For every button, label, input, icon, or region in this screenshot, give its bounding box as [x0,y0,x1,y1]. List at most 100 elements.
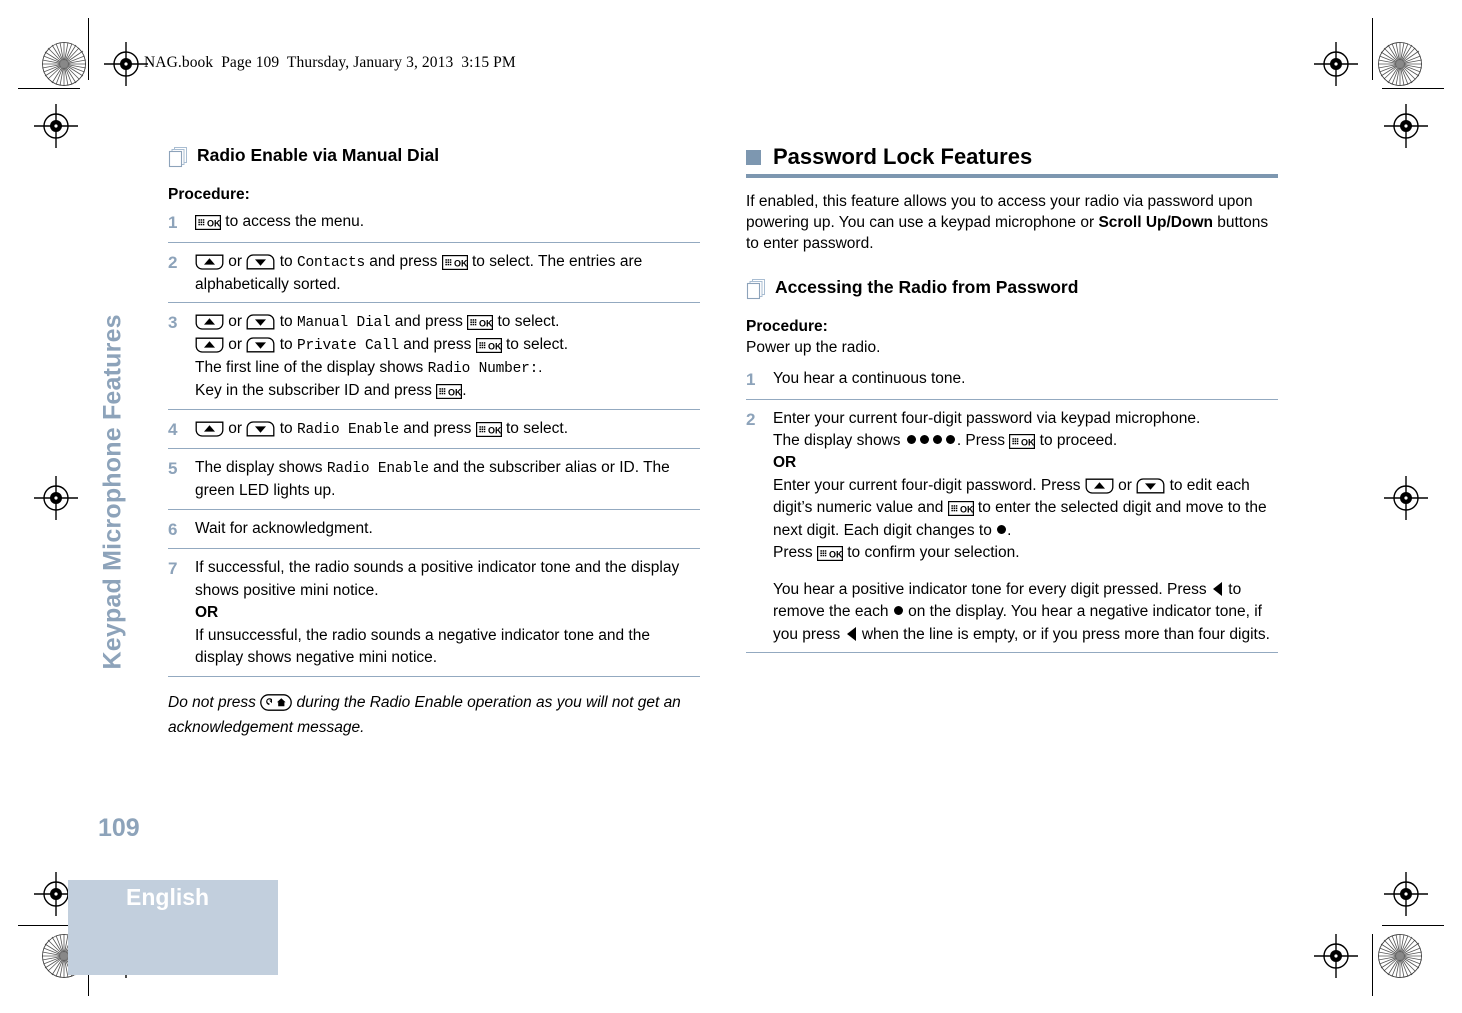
password-dots-group [905,432,957,449]
step-number: 1 [168,213,178,232]
svg-text:OK: OK [479,318,493,328]
step-line: Enter your current four-digit password. … [773,476,1267,539]
delete-left-key-icon[interactable] [1212,581,1222,596]
procedure-step: 5 The display shows Radio Enable and the … [168,457,700,510]
step-text: or to Manual Dial and press OK to select… [195,311,700,403]
step-line: If successful, the radio sounds a positi… [195,559,680,599]
step-text: Wait for acknowledgment. [195,518,700,540]
crop-line-left-vertical [88,18,89,80]
step-line: or to Radio Enable and press OK to selec… [195,418,700,441]
step-line [773,565,1278,579]
right-column: Password Lock Features If enabled, this … [746,144,1278,661]
left-note-paragraph: Do not press during the Radio Enable ope… [168,693,681,736]
step-number: 3 [168,313,178,333]
step-number: 2 [746,409,756,429]
scroll-up-key-icon[interactable] [195,421,224,437]
crop-line-bottom-right-vertical [1372,934,1373,996]
scroll-up-key-icon[interactable] [1085,478,1114,494]
scroll-down-key-icon[interactable] [246,253,275,270]
ok-key-icon[interactable]: OK [475,421,502,437]
scroll-up-key-icon[interactable] [195,314,224,330]
right-procedure-intro: Power up the radio. [746,338,881,356]
scroll-down-key-icon[interactable] [246,420,275,437]
language-label: English [126,884,210,910]
step-text: or to Radio Enable and press OK to selec… [195,418,700,441]
svg-text:OK: OK [454,258,468,268]
step-line: The display shows . Press OK to proceed. [773,431,1118,449]
step-line: OR [195,602,700,624]
ok-key-icon[interactable]: OK [467,315,493,331]
password-dot-icon [945,434,955,444]
step-text: The display shows Radio Enable and the s… [195,457,700,502]
registration-target-bottom-right [1314,934,1358,978]
step-line: OK to access the menu. [195,211,700,233]
delete-left-key-icon[interactable] [846,626,856,641]
right-main-heading-text: Password Lock Features [773,144,1033,169]
crop-line-top-right-horizontal [1382,88,1444,89]
registration-target-upper-right [1384,104,1428,148]
registration-target-top-right [1314,42,1358,86]
stacked-pages-icon [168,147,188,173]
svg-text:OK: OK [829,550,843,560]
scroll-up-key-icon[interactable] [195,337,224,353]
right-section-heading: Accessing the Radio from Password [746,277,1278,305]
step-number: 2 [168,252,178,272]
step-text: If successful, the radio sounds a positi… [195,557,700,669]
password-dot-icon [919,434,929,444]
scroll-down-key-icon[interactable] [1136,478,1165,494]
registration-target-lower-right [1384,872,1428,916]
page-number: 109 [98,814,140,842]
ok-key-icon[interactable]: OK [816,546,843,562]
svg-text:OK: OK [488,425,502,435]
procedure-step: 6 Wait for acknowledgment. [168,518,700,550]
scroll-up-key-icon[interactable] [195,254,224,270]
left-section-heading: Radio Enable via Manual Dial [168,145,700,173]
crop-line-right-vertical [1372,18,1373,80]
step-number: 1 [746,369,756,389]
right-main-heading-rule [746,174,1278,179]
stacked-pages-icon [746,278,766,305]
procedure-step: 7 If successful, the radio sounds a posit… [168,557,700,677]
right-section-heading-text: Accessing the Radio from Password [775,276,1079,297]
ok-key-icon[interactable]: OK [475,338,502,354]
step-line: OR [773,452,1278,474]
back-home-key-icon[interactable] [260,693,293,711]
display-string: Manual Dial [296,315,391,332]
ok-key-icon[interactable]: OK [441,254,468,270]
scroll-down-key-icon[interactable] [246,314,275,330]
procedure-step: 3 or to Manual Dial and press OK to sele… [168,311,700,410]
step-number: 7 [168,559,178,579]
step-line: Enter your current four-digit password v… [773,409,1201,427]
step-number: 5 [168,459,178,479]
password-dot-icon [906,434,916,444]
registration-target-mid-left [34,476,78,520]
emphasis-text: OR [195,604,219,622]
crop-line-top-left-horizontal [18,88,80,89]
scroll-down-key-icon[interactable] [246,337,275,353]
step-line: or to Contacts and press OK to select. T… [195,252,643,293]
svg-text:OK: OK [448,387,462,397]
step-text: OK to access the menu. [195,211,700,233]
svg-text:OK: OK [960,505,974,515]
right-procedure-label: Procedure: [746,317,828,335]
ok-key-icon[interactable]: OK [436,384,462,400]
password-dot-icon [932,434,942,444]
step-number: 4 [168,419,178,439]
right-steps-list: 1 You hear a continuous tone. 2 Enter your … [746,368,1278,654]
ok-key-icon[interactable]: OK [947,501,974,517]
step-line: or to Private Call and press OK to selec… [195,334,700,357]
procedure-step: 1 You hear a continuous tone. [746,368,1278,400]
registration-target-mid-right [1384,476,1428,520]
emphasis-text: Scroll Up/Down [1098,214,1213,232]
password-dot-icon [997,524,1007,534]
step-line: You hear a continuous tone. [773,369,966,387]
registration-star-top-right [1378,42,1422,86]
left-column: Radio Enable via Manual Dial Procedure: … [168,145,700,740]
right-main-heading: Password Lock Features [746,144,1278,179]
file-header-line: NAG.book Page 109 Thursday, January 3, 2… [144,54,516,71]
step-line: Wait for acknowledgment. [195,519,373,537]
ok-key-icon[interactable]: OK [195,215,221,230]
display-string: Radio Number: [427,361,539,378]
ok-key-icon[interactable]: OK [1009,433,1035,449]
